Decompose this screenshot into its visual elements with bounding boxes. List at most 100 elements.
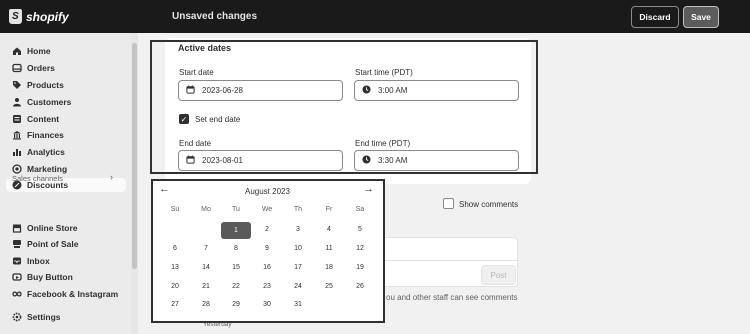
set-end-date-checkbox[interactable]: ✓ <box>179 114 189 124</box>
calendar-day[interactable]: 20 <box>165 280 185 294</box>
target-icon <box>12 164 22 174</box>
calendar-day[interactable]: 16 <box>257 261 277 275</box>
person-icon <box>12 97 22 107</box>
shopify-bag-icon <box>9 9 22 24</box>
calendar-day[interactable]: 25 <box>319 280 339 294</box>
calendar-day[interactable]: 10 <box>288 242 308 256</box>
sidebar-item-orders[interactable]: Orders <box>12 61 55 75</box>
calendar-day[interactable]: 11 <box>319 242 339 256</box>
calendar-day[interactable]: 23 <box>257 280 277 294</box>
calendar-day[interactable]: 31 <box>288 298 308 312</box>
calendar-day[interactable]: 13 <box>165 261 185 275</box>
weekday-header: Sa <box>355 206 365 213</box>
calendar-day[interactable]: 22 <box>226 280 246 294</box>
save-button[interactable]: Save <box>683 6 719 28</box>
calendar-day[interactable]: 5 <box>350 223 370 237</box>
end-date-label: End date <box>179 139 212 148</box>
comments-visibility-note: ou and other staff can see comments <box>386 293 518 302</box>
weekday-header: Fr <box>325 206 333 213</box>
shopify-logo[interactable]: shopify <box>9 9 69 24</box>
infinity-icon <box>12 289 22 299</box>
start-time-value: 3:00 AM <box>378 86 408 95</box>
unsaved-changes-text: Unsaved changes <box>172 11 258 22</box>
calendar-day[interactable]: 19 <box>350 261 370 275</box>
start-time-field[interactable]: 3:00 AM <box>354 80 519 101</box>
calendar-day[interactable]: 7 <box>196 242 216 256</box>
sidebar-item-customers[interactable]: Customers <box>12 95 71 109</box>
calendar-day[interactable]: 26 <box>350 280 370 294</box>
arrow-left-icon[interactable]: ← <box>159 183 170 195</box>
sidebar-item-home[interactable]: Home <box>12 44 51 58</box>
start-date-value: 2023-06-28 <box>202 86 243 95</box>
picker-month-title: August 2023 <box>245 187 290 196</box>
weekday-header: Th <box>293 206 303 213</box>
sidebar-item-label: Orders <box>27 63 55 73</box>
weekday-header: Tu <box>232 206 240 213</box>
brand-name: shopify <box>26 9 69 24</box>
home-icon <box>12 46 22 56</box>
calendar-day[interactable]: 9 <box>257 242 277 256</box>
calendar-day[interactable]: 28 <box>196 298 216 312</box>
sidebar-item-products[interactable]: Products <box>12 78 64 92</box>
calendar-day[interactable]: 17 <box>288 261 308 275</box>
sidebar-item-label: Content <box>27 114 60 124</box>
post-button[interactable]: Post <box>481 265 516 285</box>
sidebar-item-analytics[interactable]: Analytics <box>12 145 65 159</box>
chevron-right-icon[interactable]: › <box>110 172 113 182</box>
arrow-right-icon[interactable]: → <box>363 183 374 195</box>
sidebar-item-facebook-instagram[interactable]: Facebook & Instagram <box>12 287 118 301</box>
calendar-day[interactable]: 6 <box>165 242 185 256</box>
calendar-day[interactable]: 29 <box>226 298 246 312</box>
inbox-icon <box>12 256 22 266</box>
calendar-day[interactable]: 27 <box>165 298 185 312</box>
calendar-day[interactable]: 14 <box>196 261 216 275</box>
buy-button-icon <box>12 272 22 282</box>
discard-button[interactable]: Discard <box>631 6 679 28</box>
calendar-day[interactable]: 8 <box>226 242 246 256</box>
sidebar-item-label: Analytics <box>27 147 65 157</box>
sidebar-item-inbox[interactable]: Inbox <box>12 254 50 268</box>
comment-divider <box>378 260 518 261</box>
start-date-label: Start date <box>179 68 214 77</box>
tag-icon <box>12 80 22 90</box>
sidebar-item-label: Home <box>27 46 51 56</box>
bank-icon <box>12 130 22 140</box>
gear-icon <box>12 312 22 322</box>
start-date-field[interactable]: 2023-06-28 <box>178 80 343 101</box>
calendar-day[interactable]: 18 <box>319 261 339 275</box>
sidebar-item-settings[interactable]: Settings <box>12 310 61 324</box>
calendar-day[interactable]: 21 <box>196 280 216 294</box>
calendar-day[interactable]: 12 <box>350 242 370 256</box>
sidebar-item-online-store[interactable]: Online Store <box>12 221 78 235</box>
sidebar-item-buy-button[interactable]: Buy Button <box>12 270 73 284</box>
active-dates-title: Active dates <box>178 43 232 53</box>
weekday-header: Mo <box>201 206 211 213</box>
sidebar-item-content[interactable]: Content <box>12 112 59 126</box>
sidebar-item-label: Customers <box>27 97 72 107</box>
sidebar-scroll-thumb[interactable] <box>132 43 137 269</box>
content-icon <box>12 114 22 124</box>
show-comments-label[interactable]: Show comments <box>459 200 518 209</box>
calendar-day[interactable]: 3 <box>288 223 308 237</box>
calendar-day-selected[interactable]: 1 <box>221 222 251 239</box>
end-time-value: 3:30 AM <box>378 156 408 165</box>
sidebar-item-label: Settings <box>27 312 61 322</box>
set-end-date-label[interactable]: Set end date <box>195 115 240 124</box>
sidebar-item-finances[interactable]: Finances <box>12 128 64 142</box>
sidebar-item-point-of-sale[interactable]: Point of Sale <box>12 237 78 251</box>
sidebar-item-label: Finances <box>27 130 64 140</box>
calendar-day[interactable]: 2 <box>257 223 277 237</box>
end-date-field[interactable]: 2023-08-01 <box>178 150 343 171</box>
top-bar: shopify Unsaved changes Discard Save <box>0 0 750 33</box>
calendar-day[interactable]: 15 <box>226 261 246 275</box>
chart-icon <box>12 147 22 157</box>
store-icon <box>12 223 22 233</box>
calendar-day[interactable]: 24 <box>288 280 308 294</box>
pos-icon <box>12 239 22 249</box>
sidebar-item-label: Inbox <box>27 256 50 266</box>
calendar-day[interactable]: 4 <box>319 223 339 237</box>
end-time-field[interactable]: 3:30 AM <box>354 150 519 171</box>
calendar-day[interactable]: 30 <box>257 298 277 312</box>
show-comments-checkbox[interactable] <box>443 198 454 209</box>
sidebar-item-label: Facebook & Instagram <box>27 289 119 299</box>
